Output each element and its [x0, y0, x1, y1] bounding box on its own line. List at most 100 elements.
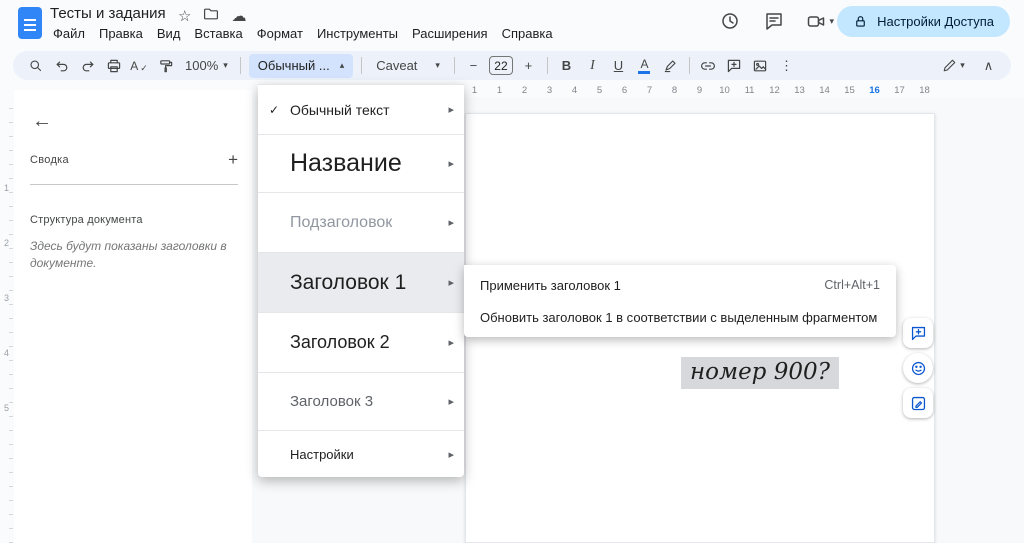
- horizontal-ruler-number: 3: [546, 84, 553, 96]
- submenu-arrow-icon: ▸: [448, 217, 454, 229]
- add-reaction-fab[interactable]: [903, 353, 933, 383]
- font-caret-icon: ▾: [435, 60, 440, 70]
- horizontal-ruler-number: 12: [769, 84, 780, 96]
- bold-button[interactable]: B: [554, 54, 579, 78]
- google-docs-window: номер 900? 12345 1 1 2 3 4 5 6 7 8 9 10 11 12 13 14 15 1…: [0, 0, 1024, 543]
- increase-font-size-button[interactable]: +: [516, 54, 541, 78]
- move-folder-icon[interactable]: [203, 6, 219, 26]
- italic-button[interactable]: I: [580, 54, 605, 78]
- horizontal-ruler-number: 9: [696, 84, 703, 96]
- styles-caret-icon: ▴: [339, 60, 345, 70]
- style-menu-item-label: Заголовок 2: [290, 332, 390, 352]
- font-family-select[interactable]: Caveat ▾: [368, 58, 448, 73]
- comments-icon[interactable]: [762, 9, 786, 33]
- styles-value: Обычный ...: [257, 58, 330, 73]
- menu-item[interactable]: Расширения: [405, 24, 495, 43]
- style-menu-item[interactable]: ✓ Обычный текст ▸: [258, 84, 464, 134]
- toolbar-divider: [688, 57, 690, 74]
- horizontal-ruler-number: 7: [646, 84, 653, 96]
- undo-icon[interactable]: [49, 54, 74, 78]
- share-button[interactable]: Настройки Доступа: [837, 6, 1010, 37]
- video-call-caret-icon[interactable]: ▾: [829, 16, 834, 27]
- style-menu-item[interactable]: Настройки ▸: [258, 430, 464, 477]
- spellcheck-icon[interactable]: A ✓: [127, 54, 152, 78]
- docs-logo-icon[interactable]: [18, 7, 42, 39]
- version-history-icon[interactable]: [718, 9, 742, 33]
- add-comment-fab[interactable]: [903, 318, 933, 348]
- highlight-color-icon[interactable]: [658, 54, 683, 78]
- menu-item[interactable]: Инструменты: [310, 24, 405, 43]
- outline-placeholder: Здесь будут показаны заголовки в докумен…: [30, 239, 227, 271]
- vertical-ruler-number: 2: [3, 238, 9, 248]
- document-title[interactable]: Тесты и задания: [50, 5, 166, 22]
- insert-image-icon[interactable]: [748, 54, 773, 78]
- toolbar-divider: [546, 57, 548, 74]
- cloud-status-icon[interactable]: ☁: [231, 7, 246, 25]
- horizontal-ruler-number: 18: [919, 84, 930, 96]
- submenu-item-label: Обновить заголовок 1 в соответствии с вы…: [480, 309, 878, 325]
- submenu-arrow-icon: ▸: [448, 277, 454, 289]
- document-selected-text[interactable]: номер 900?: [681, 357, 839, 389]
- close-sidebar-icon[interactable]: ←: [32, 110, 52, 133]
- style-menu-item-label: Заголовок 3: [290, 393, 374, 410]
- video-call-button[interactable]: ▾: [806, 11, 834, 31]
- more-options-icon[interactable]: ⋮: [774, 54, 799, 78]
- style-menu-item[interactable]: Заголовок 2 ▸: [258, 312, 464, 372]
- paragraph-styles-select[interactable]: Обычный ... ▴: [248, 53, 354, 78]
- vertical-ruler-number: 5: [3, 403, 9, 413]
- search-menus-icon[interactable]: [23, 54, 48, 78]
- style-menu-item[interactable]: Заголовок 1 ▸: [258, 252, 464, 312]
- suggest-edits-fab[interactable]: [903, 388, 933, 418]
- star-icon[interactable]: ☆: [178, 7, 191, 25]
- add-summary-icon[interactable]: +: [228, 150, 238, 170]
- style-menu-item-label: Настройки: [290, 446, 354, 462]
- vertical-ruler-pad: [0, 95, 13, 181]
- menu-item[interactable]: Вставка: [187, 24, 249, 43]
- editing-mode-select[interactable]: ▾: [941, 54, 966, 78]
- editing-mode-caret-icon: ▾: [960, 60, 965, 70]
- horizontal-ruler-number: 16: [869, 84, 880, 96]
- lock-icon: [856, 16, 865, 27]
- menu-item[interactable]: Файл: [46, 24, 92, 43]
- print-icon[interactable]: [101, 54, 126, 78]
- submenu-item-label: Применить заголовок 1: [480, 277, 621, 293]
- horizontal-ruler-number: 4: [571, 84, 578, 96]
- document-tabs-sidebar: ← Сводка + Структура документа Здесь буд…: [14, 90, 252, 543]
- horizontal-ruler-number: 10: [719, 84, 730, 96]
- horizontal-ruler-number: 11: [744, 84, 755, 96]
- style-menu-item[interactable]: Название ▸: [258, 134, 464, 192]
- underline-button[interactable]: U: [606, 54, 631, 78]
- hide-menus-icon[interactable]: ∧: [976, 54, 1001, 78]
- toolbar-divider: [361, 57, 363, 74]
- paragraph-styles-menu: ✓ Обычный текст ▸ Название ▸ Подзаголово…: [258, 84, 464, 477]
- add-comment-icon[interactable]: [722, 54, 747, 78]
- menu-item[interactable]: Правка: [92, 24, 150, 43]
- zoom-select[interactable]: 100% ▾: [179, 58, 234, 73]
- menu-item[interactable]: Формат: [250, 24, 310, 43]
- horizontal-ruler-number: 14: [819, 84, 830, 96]
- style-menu-item[interactable]: Подзаголовок ▸: [258, 192, 464, 252]
- vertical-ruler-number: 3: [3, 293, 9, 303]
- menu-item[interactable]: Вид: [150, 24, 188, 43]
- toolbar: A ✓ 100% ▾ Обычный ... ▴ Caveat ▾ − 22 + …: [13, 51, 1011, 80]
- submenu-item[interactable]: Применить заголовок 1 Ctrl+Alt+1: [464, 269, 896, 301]
- menu-item[interactable]: Справка: [495, 24, 560, 43]
- horizontal-ruler-number: 15: [844, 84, 855, 96]
- vertical-ruler-number: 4: [3, 348, 9, 358]
- submenu-item[interactable]: Обновить заголовок 1 в соответствии с вы…: [464, 301, 896, 333]
- submenu-arrow-icon: ▸: [448, 104, 454, 116]
- paint-format-icon[interactable]: [153, 54, 178, 78]
- text-color-button[interactable]: A: [632, 54, 657, 78]
- toolbar-divider: [453, 57, 455, 74]
- style-menu-item-label: Заголовок 1: [290, 270, 407, 294]
- submenu-arrow-icon: ▸: [448, 158, 454, 170]
- decrease-font-size-button[interactable]: −: [461, 54, 486, 78]
- horizontal-ruler-number: 6: [621, 84, 628, 96]
- insert-link-icon[interactable]: [696, 54, 721, 78]
- docs-logo-lines: [24, 19, 36, 33]
- toolbar-divider: [239, 57, 241, 74]
- font-size-input[interactable]: 22: [488, 56, 513, 75]
- style-menu-item[interactable]: Заголовок 3 ▸: [258, 372, 464, 430]
- redo-icon[interactable]: [75, 54, 100, 78]
- text-color-bar: [638, 70, 651, 74]
